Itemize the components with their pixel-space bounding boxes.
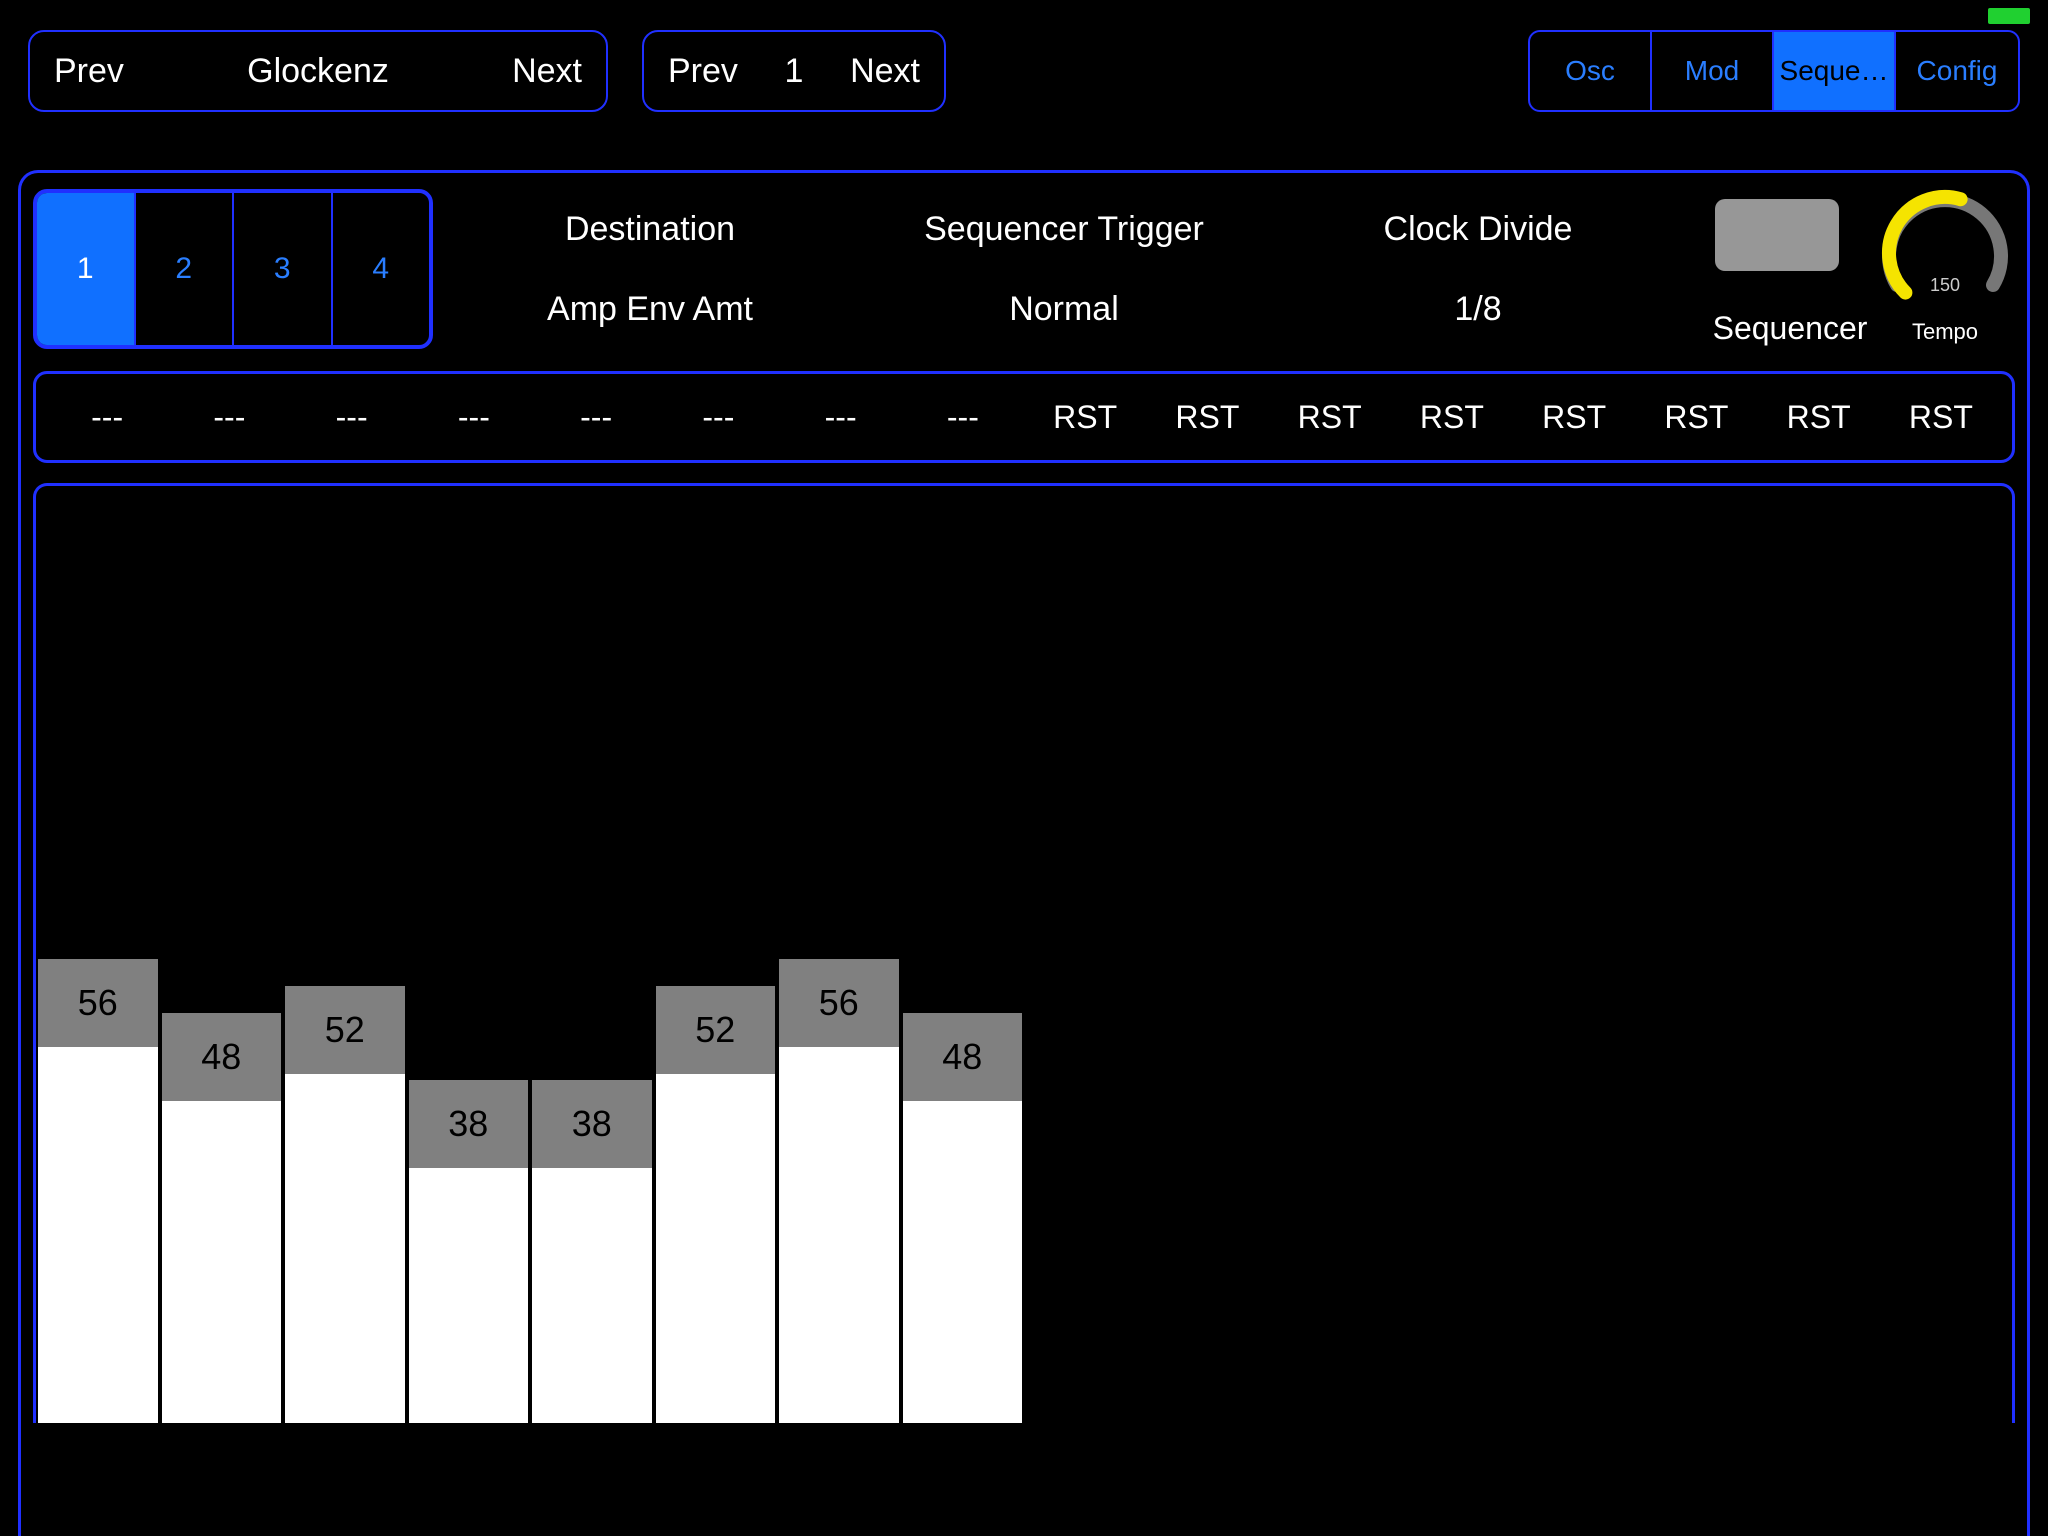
step-bar-value: 38 bbox=[409, 1080, 529, 1168]
step-bar-value: 48 bbox=[903, 1013, 1023, 1101]
step-value-chart[interactable]: 5648523838525648 bbox=[33, 483, 2015, 1423]
top-bar: Prev Glockenz Next Prev 1 Next OscModSeq… bbox=[28, 30, 2020, 112]
step-bar-1[interactable]: 56 bbox=[38, 486, 158, 1423]
patch-name[interactable]: Glockenz bbox=[124, 52, 512, 91]
tab-config[interactable]: Config bbox=[1896, 32, 2018, 110]
sequencer-controls-row: 1234 Destination Sequencer Trigger Clock… bbox=[33, 189, 2015, 349]
step-bar-value: 52 bbox=[656, 986, 776, 1074]
sequencer-select-2[interactable]: 2 bbox=[136, 193, 235, 345]
sequencer-select-4[interactable]: 4 bbox=[333, 193, 430, 345]
step-bar-6[interactable]: 52 bbox=[656, 486, 776, 1423]
sequencer-select-3[interactable]: 3 bbox=[234, 193, 333, 345]
step-mode-13[interactable]: RST bbox=[1513, 399, 1635, 436]
tab-osc[interactable]: Osc bbox=[1530, 32, 1652, 110]
step-bar-8[interactable]: 48 bbox=[903, 486, 1023, 1423]
step-bar-12[interactable] bbox=[1397, 486, 1517, 1423]
sequencer-select: 1234 bbox=[33, 189, 433, 349]
step-mode-15[interactable]: RST bbox=[1758, 399, 1880, 436]
midi-status-light bbox=[1988, 8, 2030, 24]
step-mode-3[interactable]: --- bbox=[291, 399, 413, 436]
step-mode-row: ------------------------RSTRSTRSTRSTRSTR… bbox=[33, 371, 2015, 463]
sequencer-toggle-button[interactable] bbox=[1715, 199, 1839, 271]
sequencer-panel: 1234 Destination Sequencer Trigger Clock… bbox=[18, 170, 2030, 1536]
step-bar-7[interactable]: 56 bbox=[779, 486, 899, 1423]
page-nav: Prev 1 Next bbox=[642, 30, 946, 112]
tempo-block: Sequencer 150 Tempo bbox=[1695, 189, 2015, 349]
step-bar-15[interactable] bbox=[1767, 486, 1887, 1423]
step-bar-16[interactable] bbox=[1891, 486, 2011, 1423]
trigger-label: Sequencer Trigger bbox=[924, 210, 1204, 249]
tempo-value: 150 bbox=[1875, 275, 2015, 296]
step-bar-4[interactable]: 38 bbox=[409, 486, 529, 1423]
sequencer-select-1[interactable]: 1 bbox=[37, 193, 136, 345]
step-mode-2[interactable]: --- bbox=[168, 399, 290, 436]
step-bar-value: 56 bbox=[38, 959, 158, 1047]
step-mode-9[interactable]: RST bbox=[1024, 399, 1146, 436]
section-tabs: OscModSeque…Config bbox=[1528, 30, 2020, 112]
step-mode-5[interactable]: --- bbox=[535, 399, 657, 436]
trigger-value[interactable]: Normal bbox=[1009, 290, 1119, 329]
tempo-knob[interactable]: 150 Tempo bbox=[1875, 189, 2015, 349]
step-bar-value: 38 bbox=[532, 1080, 652, 1168]
step-bar-11[interactable] bbox=[1273, 486, 1393, 1423]
clock-divide-value[interactable]: 1/8 bbox=[1454, 290, 1501, 329]
step-bar-13[interactable] bbox=[1520, 486, 1640, 1423]
patch-next-button[interactable]: Next bbox=[512, 52, 582, 91]
step-mode-14[interactable]: RST bbox=[1635, 399, 1757, 436]
tab-seque[interactable]: Seque… bbox=[1774, 32, 1896, 110]
clock-divide-label: Clock Divide bbox=[1384, 210, 1573, 249]
step-mode-6[interactable]: --- bbox=[657, 399, 779, 436]
sequencer-params: Destination Sequencer Trigger Clock Divi… bbox=[433, 189, 1695, 349]
tempo-label: Tempo bbox=[1875, 319, 2015, 345]
destination-label: Destination bbox=[565, 210, 735, 249]
step-bar-9[interactable] bbox=[1026, 486, 1146, 1423]
step-mode-16[interactable]: RST bbox=[1880, 399, 2002, 436]
step-bar-5[interactable]: 38 bbox=[532, 486, 652, 1423]
step-bar-10[interactable] bbox=[1150, 486, 1270, 1423]
step-bar-14[interactable] bbox=[1644, 486, 1764, 1423]
destination-value[interactable]: Amp Env Amt bbox=[547, 290, 753, 329]
page-number[interactable]: 1 bbox=[738, 52, 850, 91]
step-mode-4[interactable]: --- bbox=[413, 399, 535, 436]
step-bar-value: 48 bbox=[162, 1013, 282, 1101]
step-mode-11[interactable]: RST bbox=[1269, 399, 1391, 436]
page-next-button[interactable]: Next bbox=[850, 52, 920, 91]
tab-mod[interactable]: Mod bbox=[1652, 32, 1774, 110]
page-prev-button[interactable]: Prev bbox=[668, 52, 738, 91]
step-bar-value: 52 bbox=[285, 986, 405, 1074]
step-bar-3[interactable]: 52 bbox=[285, 486, 405, 1423]
step-mode-8[interactable]: --- bbox=[902, 399, 1024, 436]
step-mode-12[interactable]: RST bbox=[1391, 399, 1513, 436]
step-bar-value: 56 bbox=[779, 959, 899, 1047]
step-mode-1[interactable]: --- bbox=[46, 399, 168, 436]
patch-nav: Prev Glockenz Next bbox=[28, 30, 608, 112]
step-mode-7[interactable]: --- bbox=[780, 399, 902, 436]
step-mode-10[interactable]: RST bbox=[1146, 399, 1268, 436]
patch-prev-button[interactable]: Prev bbox=[54, 52, 124, 91]
step-bar-2[interactable]: 48 bbox=[162, 486, 282, 1423]
sequencer-toggle-label: Sequencer bbox=[1695, 310, 1885, 347]
